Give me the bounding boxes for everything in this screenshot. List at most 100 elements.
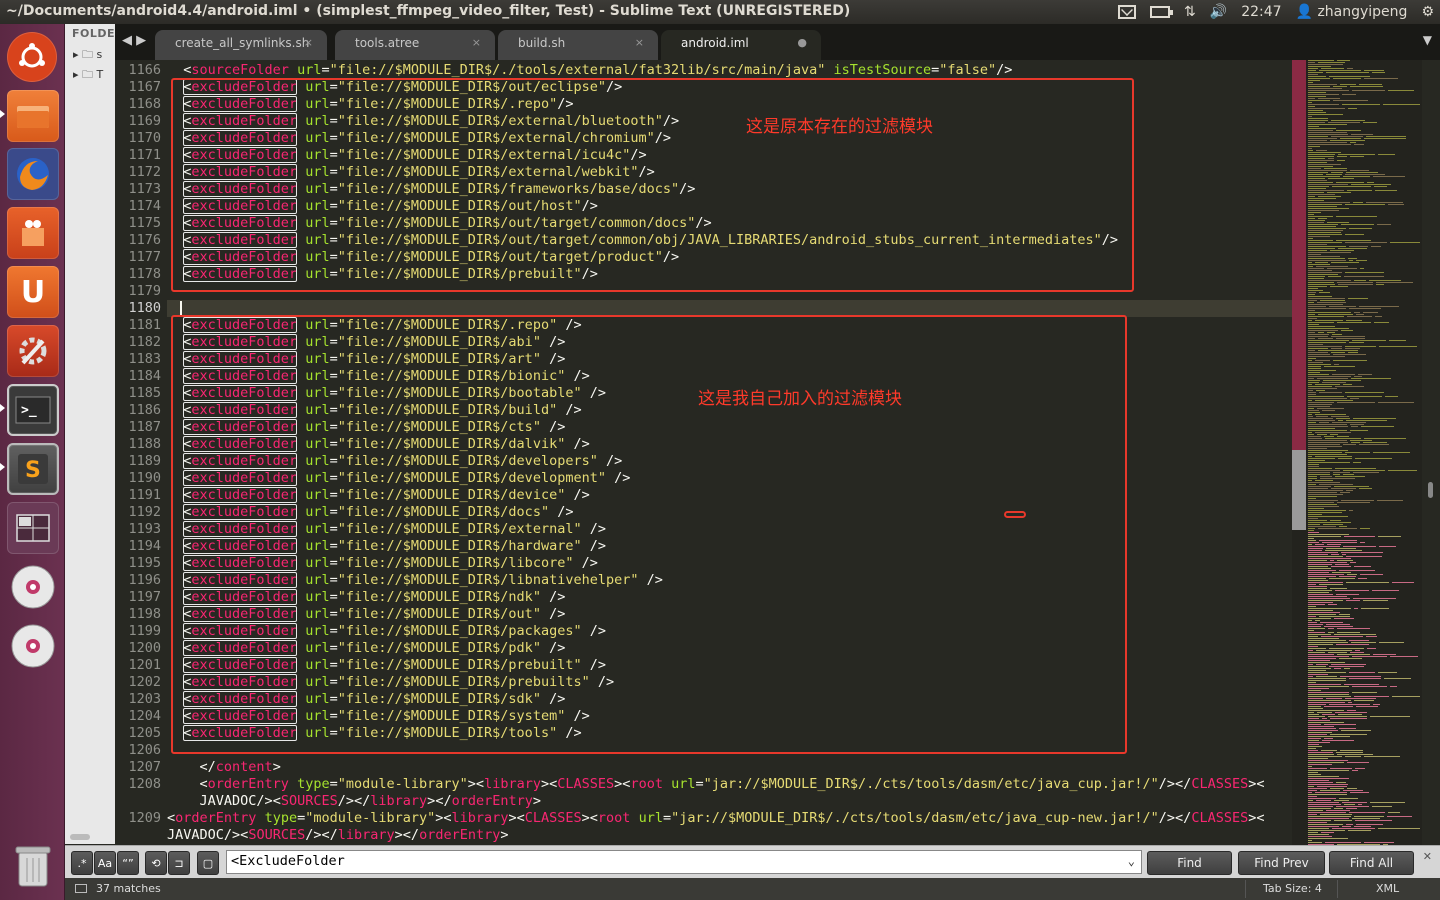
code-line[interactable]: <excludeFolder url="file://$MODULE_DIR$/… — [167, 232, 1118, 249]
code-line[interactable]: <excludeFolder url="file://$MODULE_DIR$/… — [167, 623, 606, 640]
code-line[interactable]: <orderEntry type="module-library"><libra… — [167, 810, 1265, 827]
code-line[interactable]: <excludeFolder url="file://$MODULE_DIR$/… — [167, 572, 663, 589]
system-settings-icon[interactable] — [7, 325, 59, 377]
sidebar-folder-item[interactable]: ▸ 🗀 s — [73, 46, 102, 65]
code-line[interactable]: <excludeFolder url="file://$MODULE_DIR$/… — [167, 130, 671, 147]
sublime-text-icon[interactable]: S — [7, 443, 59, 495]
dash-home-icon[interactable] — [7, 32, 57, 82]
code-line[interactable]: <excludeFolder url="file://$MODULE_DIR$/… — [167, 487, 590, 504]
code-line[interactable]: <excludeFolder url="file://$MODULE_DIR$/… — [167, 249, 679, 266]
syntax-mode[interactable]: XML — [1376, 882, 1399, 895]
terminal-icon[interactable]: >_ — [7, 384, 59, 436]
code-line[interactable]: <excludeFolder url="file://$MODULE_DIR$/… — [167, 79, 622, 96]
case-sensitive-toggle[interactable]: Aa — [94, 851, 116, 875]
minimap-line — [1308, 218, 1315, 219]
code-line[interactable]: <excludeFolder url="file://$MODULE_DIR$/… — [167, 113, 679, 130]
code-line[interactable]: <excludeFolder url="file://$MODULE_DIR$/… — [167, 181, 695, 198]
code-line[interactable]: <excludeFolder url="file://$MODULE_DIR$/… — [167, 334, 565, 351]
close-find-icon[interactable]: ✕ — [1423, 850, 1432, 863]
code-line[interactable]: <excludeFolder url="file://$MODULE_DIR$/… — [167, 674, 614, 691]
code-line[interactable]: <excludeFolder url="file://$MODULE_DIR$/… — [167, 351, 565, 368]
code-line[interactable]: <excludeFolder url="file://$MODULE_DIR$/… — [167, 504, 573, 521]
code-line[interactable]: <sourceFolder url="file://$MODULE_DIR$/.… — [167, 62, 1012, 79]
code-line[interactable]: <excludeFolder url="file://$MODULE_DIR$/… — [167, 436, 590, 453]
volume-icon[interactable]: 🔊 — [1210, 4, 1227, 20]
ubuntu-one-icon[interactable]: U — [7, 266, 59, 318]
disc-icon[interactable] — [7, 620, 59, 672]
disc-icon[interactable] — [7, 561, 59, 613]
code-line[interactable]: <excludeFolder url="file://$MODULE_DIR$/… — [167, 538, 606, 555]
code-line[interactable]: </content> — [167, 759, 281, 776]
code-line[interactable]: <excludeFolder url="file://$MODULE_DIR$/… — [167, 402, 582, 419]
code-line[interactable]: <excludeFolder url="file://$MODULE_DIR$/… — [167, 215, 712, 232]
code-line[interactable]: <orderEntry type="module-library"><libra… — [167, 776, 1265, 793]
line-number: 1177 — [128, 249, 161, 265]
find-button[interactable]: Find — [1147, 851, 1232, 875]
vertical-scrollbar[interactable] — [1422, 60, 1440, 845]
whole-word-toggle[interactable]: “” — [117, 851, 139, 875]
history-dropdown-icon[interactable]: ⌄ — [1128, 854, 1135, 868]
code-line[interactable]: <excludeFolder url="file://$MODULE_DIR$/… — [167, 266, 598, 283]
code-line[interactable]: <excludeFolder url="file://$MODULE_DIR$/… — [167, 164, 655, 181]
minimap-viewport[interactable] — [1292, 60, 1306, 450]
close-icon[interactable]: × — [635, 36, 644, 49]
code-line[interactable]: JAVADOC/><SOURCES/></library></orderEntr… — [167, 827, 508, 844]
code-line[interactable]: <excludeFolder url="file://$MODULE_DIR$/… — [167, 640, 565, 657]
find-input[interactable]: <ExcludeFolder ⌄ — [226, 850, 1142, 874]
code-line[interactable]: JAVADOC/><SOURCES/></library></orderEntr… — [167, 793, 541, 810]
user-menu[interactable]: 👤 zhangyipeng — [1296, 4, 1408, 20]
highlight-matches-toggle[interactable]: ▢ — [197, 851, 219, 875]
trash-icon[interactable] — [7, 840, 59, 892]
code-line[interactable]: <excludeFolder url="file://$MODULE_DIR$/… — [167, 317, 582, 334]
sidebar-scrollbar[interactable] — [70, 834, 90, 840]
scrollbar-thumb[interactable] — [1428, 482, 1433, 498]
code-editor[interactable]: <sourceFolder url="file://$MODULE_DIR$/.… — [167, 60, 1292, 845]
tab-build-sh[interactable]: build.sh × — [498, 30, 658, 60]
code-line[interactable]: <excludeFolder url="file://$MODULE_DIR$/… — [167, 725, 582, 742]
sidebar-folder-item[interactable]: ▸ 🗀 T — [73, 66, 103, 85]
code-line[interactable]: <excludeFolder url="file://$MODULE_DIR$/… — [167, 521, 606, 538]
workspace-switcher-icon[interactable] — [7, 502, 59, 554]
code-line[interactable]: <excludeFolder url="file://$MODULE_DIR$/… — [167, 691, 565, 708]
tab-size[interactable]: Tab Size: 4 — [1263, 882, 1322, 895]
network-icon[interactable]: ⇅ — [1184, 4, 1196, 20]
software-center-icon[interactable] — [7, 207, 59, 259]
code-line[interactable]: <excludeFolder url="file://$MODULE_DIR$/… — [167, 198, 598, 215]
dirty-indicator-icon[interactable]: ● — [797, 36, 807, 49]
code-line[interactable]: <excludeFolder url="file://$MODULE_DIR$/… — [167, 657, 606, 674]
clock[interactable]: 22:47 — [1241, 4, 1281, 20]
mail-icon[interactable] — [1118, 5, 1137, 19]
files-icon[interactable] — [7, 90, 59, 142]
code-line[interactable]: <excludeFolder url="file://$MODULE_DIR$/… — [167, 368, 590, 385]
code-line[interactable]: <excludeFolder url="file://$MODULE_DIR$/… — [167, 96, 573, 113]
minimap-line — [1328, 604, 1337, 605]
in-selection-toggle[interactable]: ⊐ — [168, 851, 190, 875]
close-icon[interactable]: × — [472, 36, 481, 49]
settings-gear-icon[interactable]: ⚙ — [1421, 4, 1434, 20]
wrap-toggle[interactable]: ⟲ — [145, 851, 167, 875]
code-line[interactable]: <excludeFolder url="file://$MODULE_DIR$/… — [167, 385, 606, 402]
tab-nav-arrows[interactable]: ◀ ▶ — [122, 33, 146, 48]
close-icon[interactable]: × — [304, 36, 313, 49]
regex-toggle[interactable]: .* — [71, 851, 93, 875]
tab-create-all-symlinks[interactable]: create_all_symlinks.sh × — [155, 30, 327, 60]
code-line[interactable]: <excludeFolder url="file://$MODULE_DIR$/… — [167, 606, 565, 623]
battery-icon[interactable] — [1150, 6, 1174, 18]
panel-toggle-icon[interactable] — [75, 884, 87, 893]
code-line[interactable]: <excludeFolder url="file://$MODULE_DIR$/… — [167, 555, 598, 572]
find-prev-button[interactable]: Find Prev — [1238, 851, 1325, 875]
tab-list-dropdown-icon[interactable]: ▼ — [1423, 33, 1432, 47]
firefox-icon[interactable] — [7, 148, 59, 200]
code-line[interactable]: <excludeFolder url="file://$MODULE_DIR$/… — [167, 453, 622, 470]
tab-tools-atree[interactable]: tools.atree × — [335, 30, 495, 60]
code-line[interactable]: <excludeFolder url="file://$MODULE_DIR$/… — [167, 708, 590, 725]
code-line[interactable]: <excludeFolder url="file://$MODULE_DIR$/… — [167, 589, 565, 606]
minimap-line — [1319, 584, 1343, 585]
find-all-button[interactable]: Find All — [1329, 851, 1414, 875]
minimap[interactable] — [1292, 60, 1422, 845]
minimap-visible-region[interactable] — [1292, 450, 1306, 530]
code-line[interactable]: <excludeFolder url="file://$MODULE_DIR$/… — [167, 470, 630, 487]
code-line[interactable]: <excludeFolder url="file://$MODULE_DIR$/… — [167, 419, 565, 436]
code-line[interactable]: <excludeFolder url="file://$MODULE_DIR$/… — [167, 147, 647, 164]
tab-android-iml[interactable]: android.iml ● — [661, 30, 821, 60]
